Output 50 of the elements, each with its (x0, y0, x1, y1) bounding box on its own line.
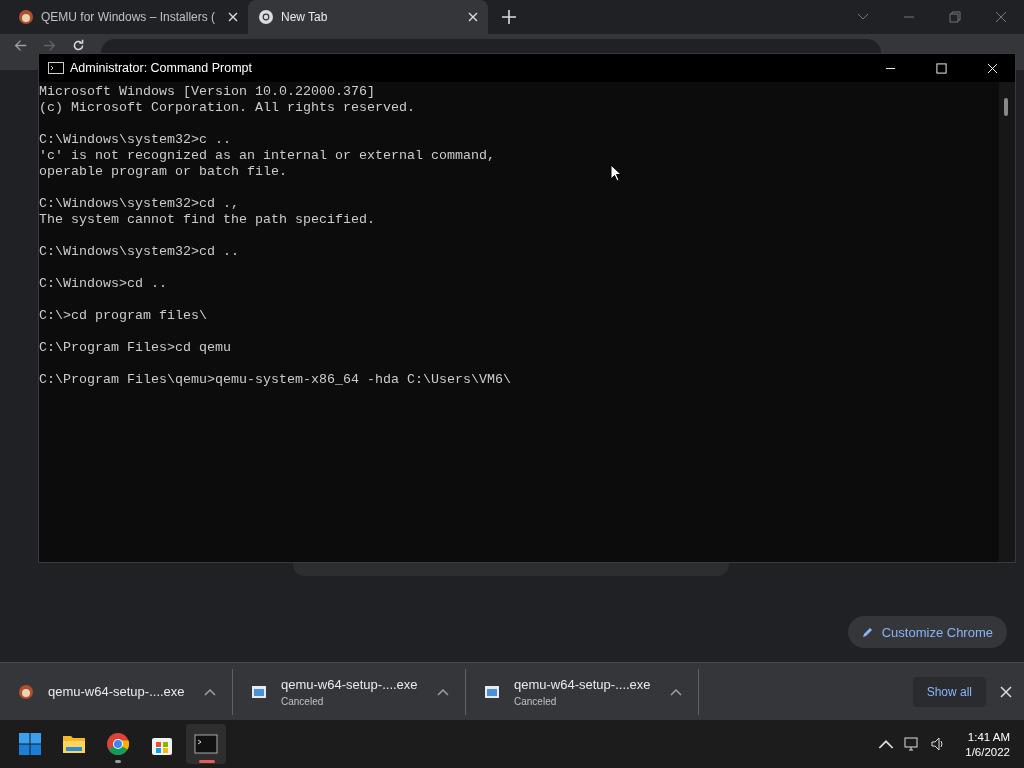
chrome-logo-icon (106, 732, 130, 756)
console-line: C:\Program Files>cd qemu (39, 340, 231, 356)
restore-icon[interactable] (949, 11, 961, 23)
console-line: 'c' is not recognized as an internal or external command, (39, 148, 495, 164)
download-status: Canceled (514, 695, 558, 707)
browser-tab[interactable]: QEMU for Windows – Installers ( (8, 0, 248, 34)
qemu-logo-icon (18, 9, 34, 25)
back-icon[interactable] (14, 39, 27, 52)
download-item[interactable]: qemu-w64-setup-....exe Canceled (233, 668, 466, 715)
console-line: operable program or batch file. (39, 164, 287, 180)
active-indicator (199, 760, 215, 763)
console-line: C:\Windows\system32>cd ., (39, 196, 239, 212)
console-line: Microsoft Windows [Version 10.0.22000.376] (39, 84, 375, 100)
download-filename: qemu-w64-setup-....exe (514, 676, 652, 692)
browser-tab[interactable]: New Tab (248, 0, 488, 34)
download-item[interactable]: qemu-w64-setup-....exe Canceled (466, 668, 699, 715)
network-icon[interactable] (904, 736, 921, 752)
console-line: The system cannot find the path specified. (39, 212, 375, 228)
download-item[interactable]: qemu-w64-setup-....exe (0, 668, 233, 715)
console-line: (c) Microsoft Corporation. All rights reserved. (39, 100, 415, 116)
file-icon (251, 683, 267, 700)
pencil-icon (861, 626, 874, 638)
window-title: Administrator: Command Prompt (70, 61, 252, 75)
console-line: C:\>cd program files\ (39, 308, 207, 324)
new-tab-icon[interactable] (502, 10, 516, 24)
clock-time: 1:41 AM (967, 730, 1010, 743)
caret-icon[interactable] (670, 687, 682, 696)
reload-icon[interactable] (72, 39, 85, 52)
caret-icon[interactable] (437, 687, 449, 696)
download-filename: qemu-w64-setup-....exe (48, 684, 186, 699)
clock-date: 1/6/2022 (965, 745, 1010, 758)
windows-logo-icon (18, 732, 42, 756)
customize-chrome-button[interactable]: Customize Chrome (847, 616, 1007, 648)
download-filename: qemu-w64-setup-....exe (281, 676, 419, 692)
console-line: C:\Program Files\qemu>qemu-system-x86_64 -hda C:\Users\VM6\ (39, 372, 511, 388)
show-all-button[interactable]: Show all (912, 676, 986, 707)
terminal-icon (48, 62, 64, 74)
scrollbar[interactable] (999, 82, 1015, 562)
qemu-logo-icon (18, 683, 34, 700)
console-line: C:\Windows\system32>c .. (39, 132, 231, 148)
mouse-cursor-icon (610, 164, 622, 182)
console-line: C:\Windows>cd .. (39, 276, 167, 292)
caret-icon[interactable] (204, 687, 216, 696)
clock[interactable]: 1:41 AM 1/6/2022 (953, 730, 1024, 758)
download-status: Canceled (281, 695, 325, 707)
chrome-logo-icon (258, 9, 274, 25)
terminal-icon (194, 732, 218, 756)
maximize-icon[interactable] (936, 62, 947, 74)
console-line: C:\Windows\system32>cd .. (39, 244, 239, 260)
file-icon (484, 683, 500, 700)
